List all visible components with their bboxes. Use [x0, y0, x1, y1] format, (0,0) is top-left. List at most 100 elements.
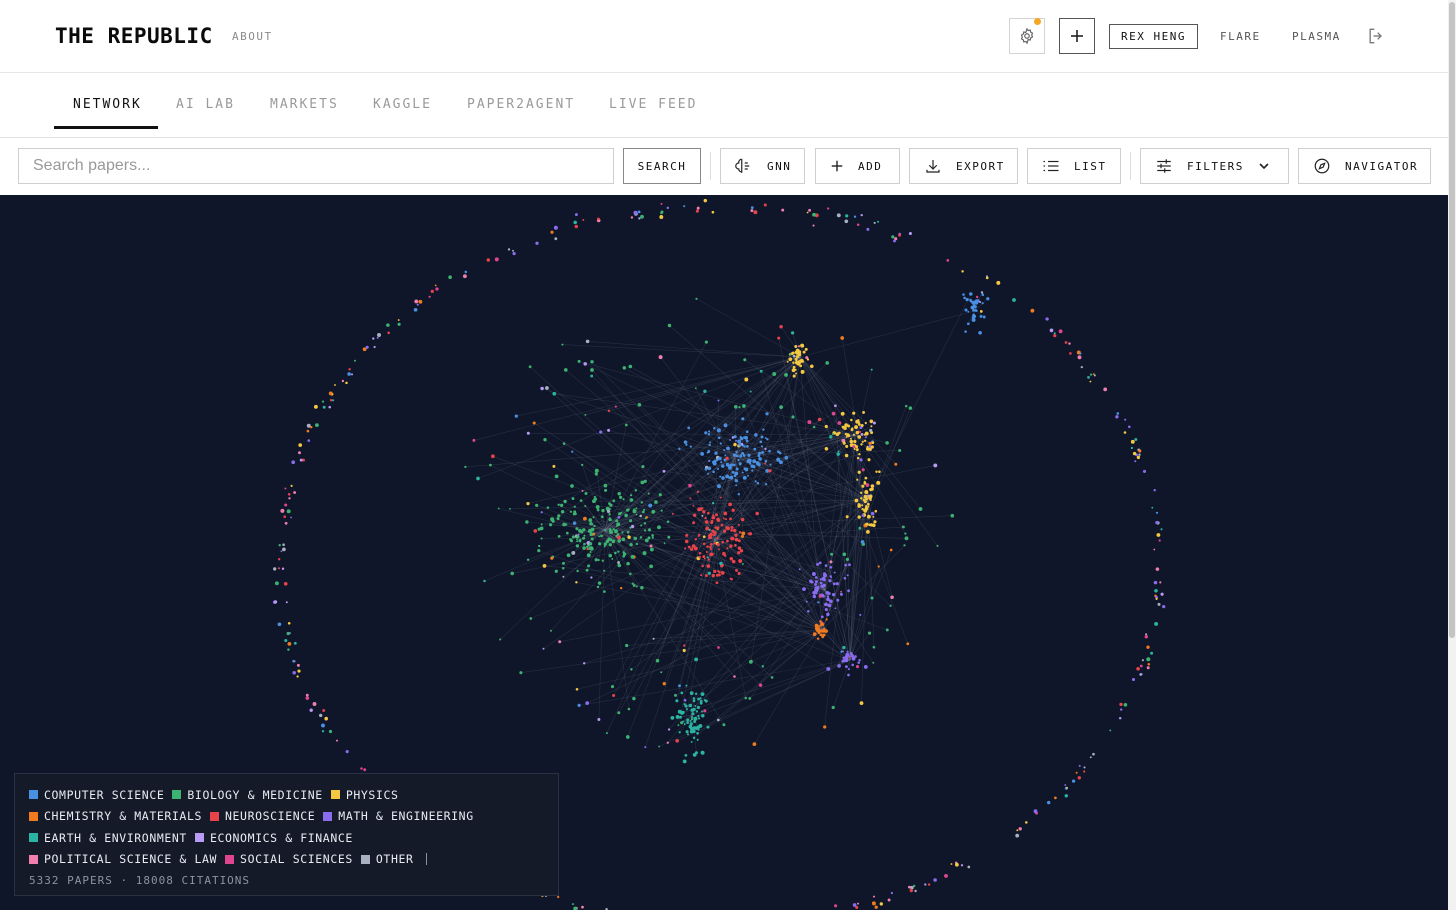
- paper-node[interactable]: [761, 665, 765, 668]
- paper-node[interactable]: [707, 571, 711, 575]
- paper-node[interactable]: [1130, 439, 1135, 444]
- paper-node[interactable]: [632, 696, 636, 701]
- paper-node[interactable]: [1154, 621, 1159, 626]
- paper-node[interactable]: [836, 452, 840, 456]
- paper-node[interactable]: [738, 406, 741, 409]
- paper-node[interactable]: [1123, 431, 1127, 434]
- paper-node[interactable]: [660, 211, 663, 215]
- paper-node[interactable]: [743, 445, 746, 448]
- paper-node[interactable]: [575, 544, 580, 548]
- paper-node[interactable]: [350, 373, 354, 376]
- paper-node[interactable]: [586, 545, 589, 548]
- paper-node[interactable]: [857, 421, 860, 424]
- paper-node[interactable]: [946, 259, 950, 262]
- paper-node[interactable]: [906, 642, 910, 646]
- paper-node[interactable]: [635, 513, 638, 516]
- paper-node[interactable]: [708, 528, 711, 532]
- paper-node[interactable]: [760, 445, 764, 448]
- paper-node[interactable]: [827, 207, 830, 210]
- paper-node[interactable]: [1146, 657, 1151, 662]
- paper-node[interactable]: [1159, 581, 1162, 584]
- paper-node[interactable]: [651, 536, 654, 539]
- paper-node[interactable]: [706, 725, 710, 729]
- paper-node[interactable]: [863, 509, 868, 513]
- paper-node[interactable]: [706, 564, 711, 568]
- paper-node[interactable]: [472, 438, 476, 442]
- paper-node[interactable]: [851, 663, 855, 667]
- paper-node[interactable]: [812, 594, 817, 599]
- paper-node[interactable]: [740, 517, 745, 522]
- paper-node[interactable]: [830, 552, 834, 556]
- paper-node[interactable]: [706, 545, 709, 548]
- paper-node[interactable]: [758, 683, 763, 687]
- paper-node[interactable]: [608, 553, 613, 558]
- paper-node[interactable]: [853, 439, 857, 444]
- paper-node[interactable]: [854, 655, 857, 658]
- paper-node[interactable]: [486, 258, 491, 262]
- paper-node[interactable]: [712, 514, 715, 517]
- paper-node[interactable]: [328, 391, 333, 396]
- paper-node[interactable]: [864, 436, 868, 439]
- paper-node[interactable]: [870, 425, 873, 428]
- paper-node[interactable]: [416, 303, 419, 306]
- paper-node[interactable]: [776, 457, 781, 462]
- paper-node[interactable]: [543, 438, 547, 442]
- tab-paper2agent[interactable]: PAPER2AGENT: [467, 97, 575, 112]
- paper-node[interactable]: [643, 522, 647, 525]
- paper-node[interactable]: [579, 499, 583, 502]
- paper-node[interactable]: [752, 459, 757, 464]
- paper-node[interactable]: [867, 458, 871, 462]
- paper-node[interactable]: [612, 693, 616, 698]
- paper-node[interactable]: [640, 501, 643, 504]
- paper-node[interactable]: [322, 405, 326, 409]
- paper-node[interactable]: [604, 488, 608, 492]
- paper-node[interactable]: [861, 468, 865, 472]
- paper-node[interactable]: [857, 515, 861, 519]
- paper-node[interactable]: [635, 507, 638, 510]
- paper-node[interactable]: [904, 536, 909, 541]
- paper-node[interactable]: [726, 547, 729, 550]
- paper-node[interactable]: [857, 902, 859, 905]
- paper-node[interactable]: [702, 510, 706, 514]
- paper-node[interactable]: [612, 499, 616, 503]
- paper-node[interactable]: [660, 509, 663, 512]
- paper-node[interactable]: [971, 317, 976, 322]
- paper-node[interactable]: [764, 482, 768, 486]
- paper-node[interactable]: [617, 516, 621, 519]
- paper-node[interactable]: [864, 476, 868, 480]
- paper-node[interactable]: [812, 212, 816, 217]
- paper-node[interactable]: [719, 561, 723, 566]
- paper-node[interactable]: [964, 330, 967, 333]
- paper-node[interactable]: [310, 425, 313, 429]
- paper-node[interactable]: [312, 702, 317, 706]
- paper-node[interactable]: [321, 400, 325, 403]
- paper-node[interactable]: [837, 664, 841, 668]
- legend-item-earth-environment[interactable]: EARTH & ENVIRONMENT: [29, 831, 187, 845]
- paper-node[interactable]: [373, 345, 376, 349]
- paper-node[interactable]: [872, 661, 875, 664]
- paper-node[interactable]: [642, 551, 647, 556]
- paper-node[interactable]: [726, 446, 730, 451]
- paper-node[interactable]: [654, 500, 658, 504]
- paper-node[interactable]: [734, 405, 738, 409]
- paper-node[interactable]: [1068, 342, 1071, 345]
- paper-node[interactable]: [697, 697, 701, 701]
- paper-node[interactable]: [790, 331, 795, 335]
- paper-node[interactable]: [685, 708, 688, 711]
- paper-node[interactable]: [314, 423, 319, 428]
- paper-node[interactable]: [847, 673, 850, 677]
- paper-node[interactable]: [715, 573, 719, 577]
- paper-node[interactable]: [552, 464, 556, 468]
- paper-node[interactable]: [820, 615, 824, 619]
- paper-node[interactable]: [725, 456, 729, 460]
- paper-node[interactable]: [562, 442, 566, 445]
- paper-node[interactable]: [1069, 352, 1072, 355]
- paper-node[interactable]: [576, 540, 579, 543]
- paper-node[interactable]: [965, 297, 969, 302]
- paper-node[interactable]: [680, 721, 683, 724]
- paper-node[interactable]: [846, 574, 849, 577]
- paper-node[interactable]: [834, 404, 837, 408]
- paper-node[interactable]: [298, 451, 301, 455]
- paper-node[interactable]: [698, 555, 701, 559]
- paper-node[interactable]: [863, 664, 868, 669]
